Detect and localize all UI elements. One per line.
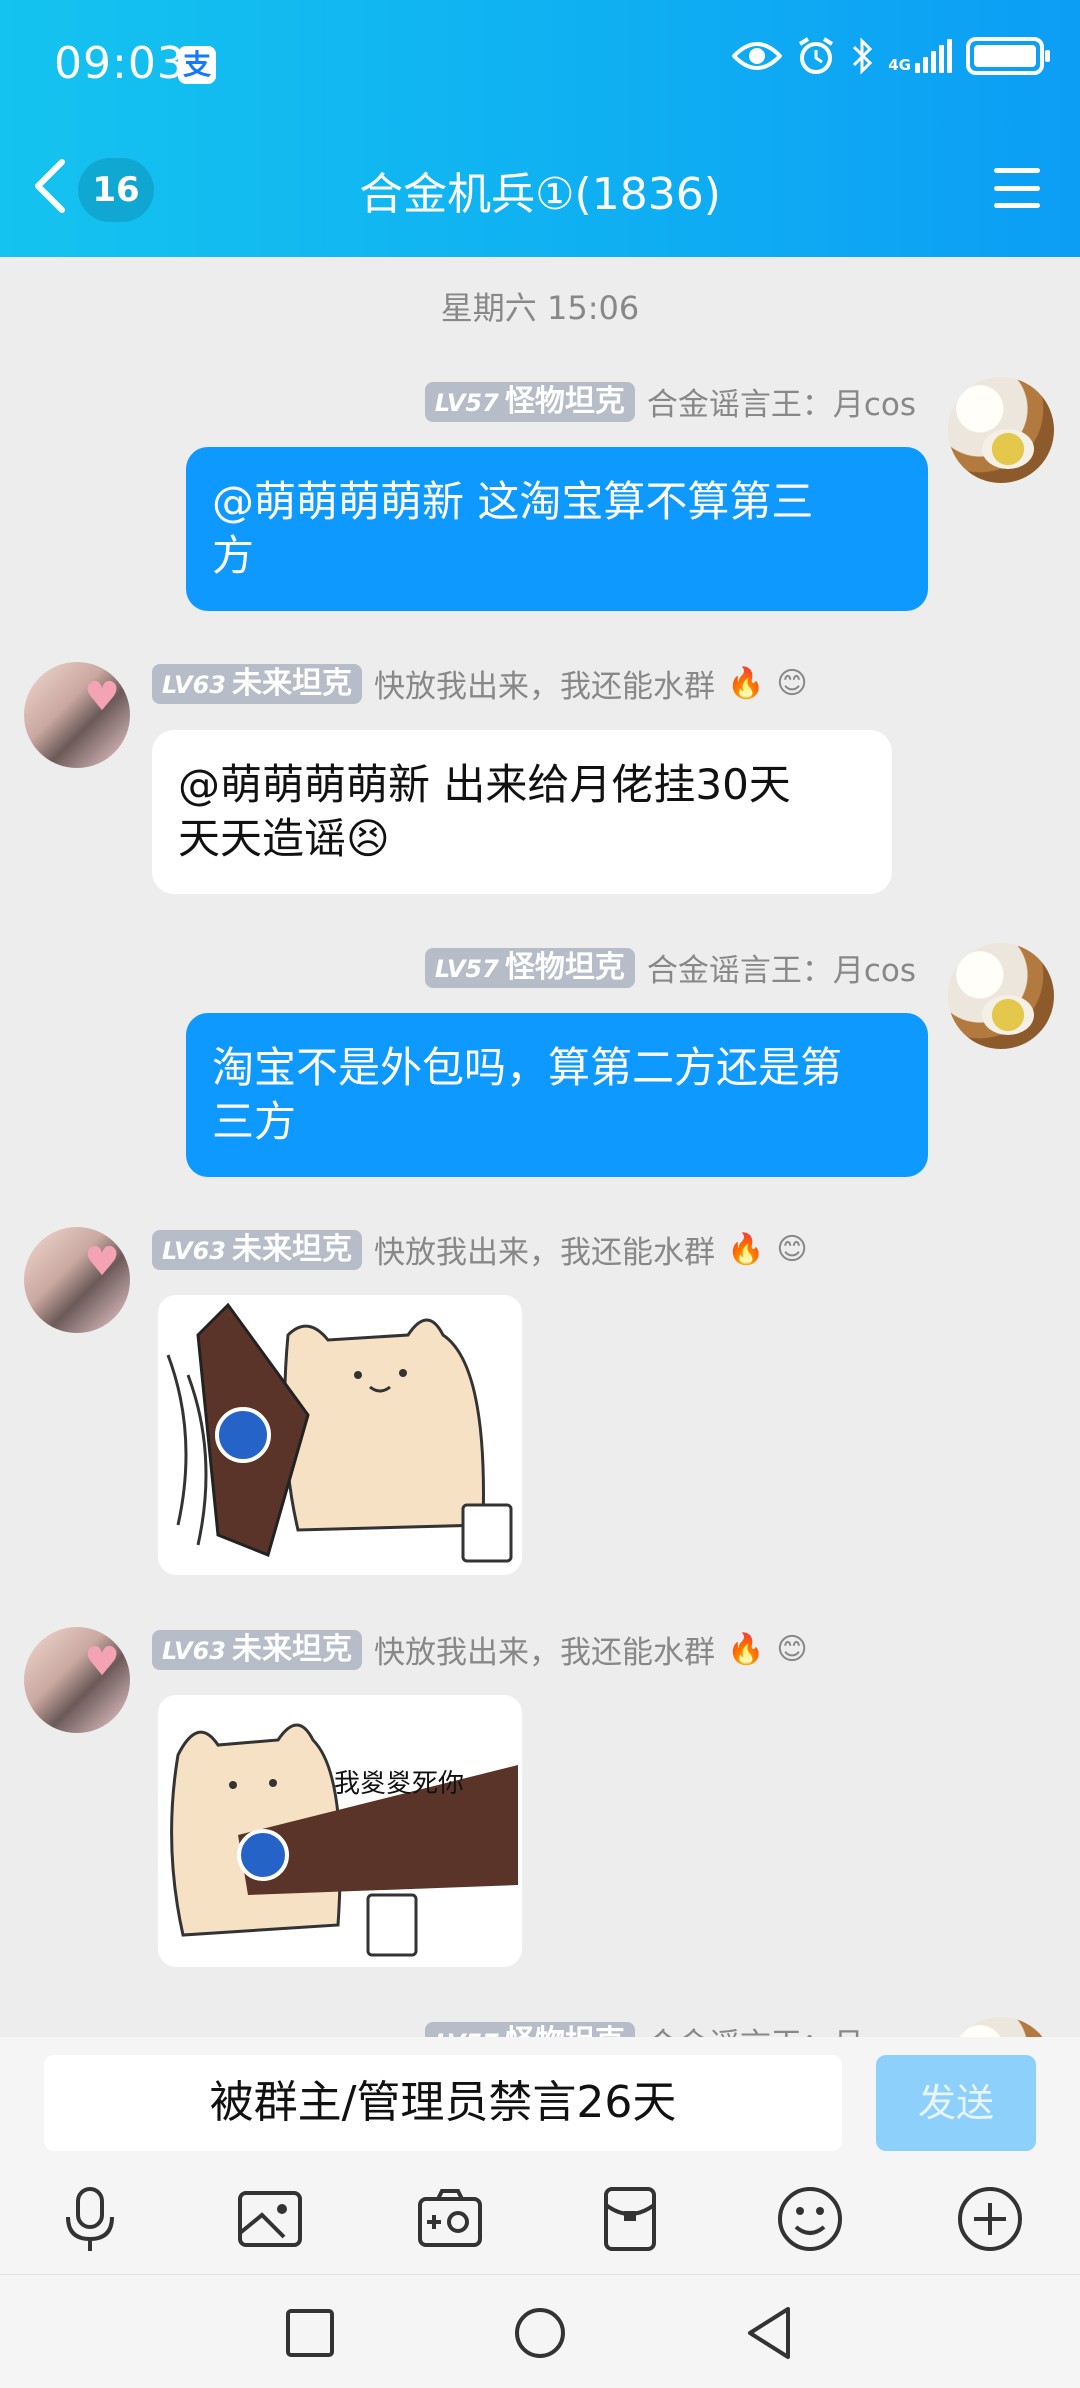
avatar[interactable] [948,377,1054,483]
bluetooth-icon [853,37,873,75]
network-type: 4G [888,56,911,74]
sticker-image [166,1302,513,1563]
sender-info: LV63 未来坦克 快放我出来，我还能水群 🔥 😊 [152,1227,808,1272]
message-bubble[interactable]: @萌萌萌萌新 这淘宝算不算第三 方 [186,447,928,611]
sender-info: LV63 未来坦克 快放我出来，我还能水群 🔥 😊 [152,661,808,706]
back-nav-icon[interactable] [740,2303,800,2363]
home-icon[interactable] [510,2303,570,2363]
send-button[interactable]: 发送 [876,2055,1036,2151]
menu-icon[interactable] [994,168,1040,208]
smile-badge-icon: 😊 [776,665,808,701]
signal-bars-icon [915,39,952,73]
level-badge: LV63 未来坦克 [152,1629,362,1670]
message-input[interactable]: 被群主/管理员禁言26天 [44,2055,842,2151]
sender-name: 合金谣言王：月cos [646,953,916,989]
avatar[interactable] [24,1627,130,1733]
sender-name: 快放我出来，我还能水群 [373,1635,715,1671]
message-bubble[interactable]: 淘宝不是外包吗，算第二方还是第 三方 [186,1013,928,1177]
input-bar: 被群主/管理员禁言26天 发送 [0,2037,1080,2274]
level-badge: LV63 未来坦克 [152,663,362,704]
sender-name: 合金谣言王：月cos [647,2019,916,2037]
avatar[interactable] [948,2017,1054,2037]
message-timestamp: 星期六 15:06 [440,289,640,327]
sender-name: 合金谣言王：月cos [646,387,916,423]
level-badge: LV57怪物坦克 [424,381,635,422]
sender-info: LV57怪物坦克 合金谣言王：月cos [424,945,916,990]
system-navigation-bar [0,2274,1080,2388]
avatar[interactable] [948,943,1054,1049]
plus-icon[interactable] [954,2183,1026,2255]
alipay-notification-icon: 支 [178,46,216,84]
message-list[interactable]: 星期六 15:06 LV57 怪物坦克 合金谣言王：月cos @萌萌萌萌新 这淘宝… [0,257,1080,2037]
status-icons: 4G [732,36,1050,76]
level-badge: LV63 未来坦克 [152,1229,362,1270]
alarm-icon [799,37,834,74]
eye-icon [732,42,783,70]
fire-icon: 🔥 [726,665,765,701]
red-packet-icon[interactable] [594,2183,666,2255]
smile-badge-icon: 😊 [776,1631,808,1667]
microphone-icon[interactable] [54,2183,126,2255]
page-title: 合金机兵①(1836) [359,169,721,220]
input-toolbar [0,2183,1080,2263]
sticker-caption: 我㚇㚇死你 [334,1769,465,1799]
smile-badge-icon: 😊 [776,1231,808,1267]
sender-info: LV63 未来坦克 快放我出来，我还能水群 🔥 😊 [152,1627,808,1672]
camera-icon[interactable] [414,2183,486,2255]
cat-pouring-cola-sticker[interactable] [158,1295,522,1575]
level-badge: LV57怪物坦克 [424,947,635,988]
sticker-image [170,1723,518,1957]
avatar[interactable] [24,662,130,768]
sender-info: LV57怪物坦克 合金谣言王：月cos [424,2019,916,2037]
image-icon[interactable] [234,2183,306,2255]
sender-info: LV57怪物坦克 合金谣言王：月cos [424,379,916,424]
message-bubble[interactable]: @萌萌萌萌新 出来给月佬挂30天 天天造谣😣 [152,730,892,894]
avatar[interactable] [24,1227,130,1333]
emoji-icon[interactable] [774,2183,846,2255]
fire-icon: 🔥 [726,1631,765,1667]
signal-indicator: 4G [888,39,952,73]
level-badge: LV57怪物坦克 [424,2021,635,2037]
status-time: 09:03 [54,38,186,89]
chat-header: 09:03 支 4G 16 合金机兵①(1836) [0,0,1080,257]
cat-attack-sticker[interactable]: 我㚇㚇死你 [158,1695,522,1967]
recent-apps-icon[interactable] [280,2303,340,2363]
battery-icon [966,37,1050,75]
sender-name: 快放我出来，我还能水群 [373,669,715,705]
fire-icon: 🔥 [726,1231,765,1267]
sender-name: 快放我出来，我还能水群 [373,1235,715,1271]
